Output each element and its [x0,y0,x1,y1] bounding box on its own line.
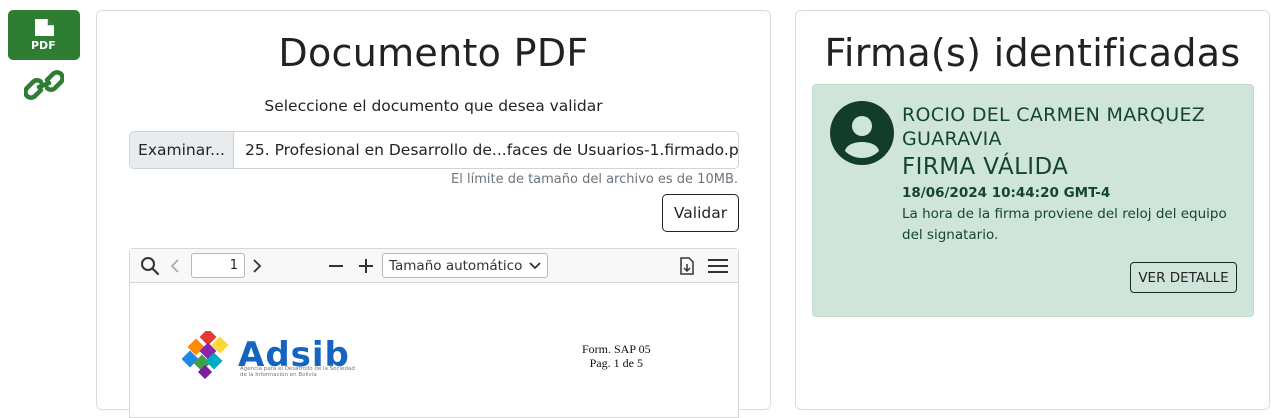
signature-time-note: La hora de la firma proviene del reloj d… [902,206,1227,243]
pdf-viewer-toolbar: 1 Tamaño automático [130,249,738,283]
download-icon[interactable] [677,254,697,278]
menu-icon[interactable] [707,254,729,278]
document-panel-title: Documento PDF [278,31,589,75]
signer-name: ROCIO DEL CARMEN MARQUEZ GUARAVIA [902,104,1206,150]
user-avatar-icon [830,101,894,165]
file-size-limit-note: El límite de tamaño del archivo es de 10… [451,172,738,187]
selected-file-name[interactable]: 25. Profesional en Desarrollo de...faces… [234,132,738,168]
view-detail-button[interactable]: VER DETALLE [1130,262,1237,293]
pdf-validate-nav-button[interactable]: PDF [8,10,80,60]
file-input[interactable]: Examinar... 25. Profesional en Desarroll… [129,131,739,169]
page-info: Pag. 1 de 5 [589,356,643,370]
select-document-label: Seleccione el documento que desea valida… [264,97,603,115]
zoom-select-value: Tamaño automático [389,257,523,274]
signature-date: 18/06/2024 10:44:20 GMT-4 [902,185,1111,201]
link-nav-button[interactable] [8,62,80,108]
link-icon [24,70,64,100]
form-code: Form. SAP 05 [582,342,651,356]
pdf-page: Adsib Agencia para el Desarrollo de la S… [130,283,738,418]
pdf-icon-label: PDF [31,39,56,52]
chevron-down-icon [529,261,541,269]
form-identifier: Form. SAP 05 Pag. 1 de 5 [582,342,651,370]
page-number-input[interactable]: 1 [191,253,245,278]
pdf-file-icon: PDF [31,19,56,52]
adsib-logo-mark [182,331,229,379]
previous-page-icon[interactable] [166,254,184,278]
signature-card: ROCIO DEL CARMEN MARQUEZ GUARAVIA FIRMA … [812,84,1254,317]
signature-status: FIRMA VÁLIDA [902,154,1069,180]
sidebar: PDF [8,10,80,108]
browse-button[interactable]: Examinar... [130,132,234,168]
pdf-viewer: 1 Tamaño automático Adsib Agencia para e… [129,248,739,418]
document-panel: Documento PDF Seleccione el documento qu… [96,10,771,418]
next-page-icon[interactable] [248,254,266,278]
signatures-panel: Firma(s) identificadas ROCIO DEL CARMEN … [795,10,1270,410]
signatures-panel-title: Firma(s) identificadas [824,31,1241,75]
adsib-logo-subtitle: Agencia para el Desarrollo de la Socieda… [240,366,355,379]
zoom-out-icon[interactable] [326,254,346,278]
search-icon[interactable] [138,254,162,278]
adsib-logo: Adsib Agencia para el Desarrollo de la S… [182,331,355,379]
zoom-in-icon[interactable] [356,254,376,278]
zoom-select[interactable]: Tamaño automático [382,253,548,278]
validate-button[interactable]: Validar [662,194,739,232]
